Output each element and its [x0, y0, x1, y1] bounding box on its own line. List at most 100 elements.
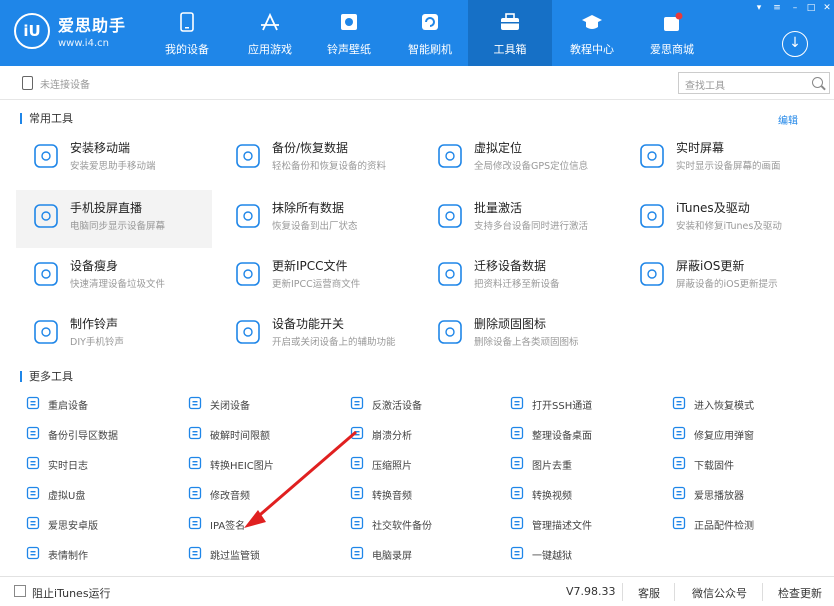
- common-tools-heading: 常用工具: [20, 113, 73, 124]
- more-tool-label: 电脑录屏: [372, 551, 412, 562]
- more-tool-item[interactable]: 修改音频: [188, 483, 348, 505]
- more-tool-label: IPA签名: [210, 521, 246, 532]
- more-tool-item[interactable]: 图片去重: [510, 453, 670, 475]
- app-name: 爱思助手: [58, 16, 127, 35]
- more-tool-label: 修复应用弹窗: [694, 431, 754, 442]
- nav-tab-flash[interactable]: 智能刷机: [388, 0, 472, 66]
- more-tool-item[interactable]: 表情制作: [26, 543, 186, 565]
- edit-button[interactable]: 编辑: [778, 112, 798, 127]
- more-tool-item[interactable]: 重启设备: [26, 393, 186, 415]
- more-tool-item[interactable]: 虚拟U盘: [26, 483, 186, 505]
- hourglass-icon: [188, 426, 202, 440]
- image-dedupe-icon: [510, 456, 524, 470]
- nav-tab-apps[interactable]: 应用游戏: [228, 0, 312, 66]
- nav-tab-shop[interactable]: 爱思商城: [630, 0, 714, 66]
- more-tool-item[interactable]: 实时日志: [26, 453, 186, 475]
- flash-icon: [422, 14, 438, 30]
- more-tool-item[interactable]: 爱思播放器: [672, 483, 832, 505]
- deactivate-icon: [350, 396, 364, 410]
- more-tool-item[interactable]: IPA签名: [188, 513, 348, 535]
- tool-card[interactable]: 删除顽固图标 删除设备上各类顽固图标: [420, 306, 616, 364]
- nav-tab-ringtones[interactable]: 铃声壁纸: [307, 0, 391, 66]
- more-tool-item[interactable]: 关闭设备: [188, 393, 348, 415]
- download-firmware-icon: [672, 456, 686, 470]
- emoji-icon: [26, 546, 40, 560]
- more-tool-item[interactable]: 一键越狱: [510, 543, 670, 565]
- nav-tab-label: 教程中心: [570, 43, 614, 56]
- more-tool-item[interactable]: 反激活设备: [350, 393, 510, 415]
- menu-icon[interactable]: ≡: [770, 2, 784, 14]
- more-tool-item[interactable]: 下载固件: [672, 453, 832, 475]
- maximize-icon[interactable]: □: [804, 2, 818, 14]
- tool-card[interactable]: 备份/恢复数据 轻松备份和恢复设备的资料: [218, 130, 414, 188]
- tool-name: 虚拟定位: [474, 141, 523, 155]
- more-tool-item[interactable]: 跳过监管锁: [188, 543, 348, 565]
- more-tool-item[interactable]: 正品配件检测: [672, 513, 832, 535]
- support-button[interactable]: 客服: [638, 585, 660, 601]
- tool-card[interactable]: 迁移设备数据 把资料迁移至新设备: [420, 248, 616, 306]
- tool-description: 把资料迁移至新设备: [474, 279, 560, 290]
- tool-card[interactable]: 抹除所有数据 恢复设备到出厂状态: [218, 190, 414, 248]
- more-tool-item[interactable]: 转换HEIC图片: [188, 453, 348, 475]
- backup-boot-icon: [26, 426, 40, 440]
- more-tool-label: 崩溃分析: [372, 431, 412, 442]
- nav-tab-tutorials[interactable]: 教程中心: [550, 0, 634, 66]
- tool-card[interactable]: 设备瘦身 快速清理设备垃圾文件: [16, 248, 212, 306]
- tool-card[interactable]: 实时屏幕 实时显示设备屏幕的画面: [622, 130, 818, 188]
- check-update-button[interactable]: 检查更新: [778, 585, 822, 601]
- search-input[interactable]: 查找工具: [678, 72, 830, 94]
- tool-card[interactable]: 更新IPCC文件 更新IPCC运营商文件: [218, 248, 414, 306]
- heic-convert-icon: [188, 456, 202, 470]
- more-tool-item[interactable]: 压缩照片: [350, 453, 510, 475]
- more-tool-item[interactable]: 备份引导区数据: [26, 423, 186, 445]
- app-logo: iU 爱思助手 www.i4.cn: [14, 12, 126, 49]
- more-tool-label: 修改音频: [210, 491, 250, 502]
- more-tool-label: 整理设备桌面: [532, 431, 592, 442]
- tool-card[interactable]: 虚拟定位 全局修改设备GPS定位信息: [420, 130, 616, 188]
- more-tool-item[interactable]: 转换音频: [350, 483, 510, 505]
- more-tool-label: 下载固件: [694, 461, 734, 472]
- tool-card[interactable]: iTunes及驱动 安装和修复iTunes及驱动: [622, 190, 818, 248]
- tool-description: 实时显示设备屏幕的画面: [676, 161, 781, 172]
- tool-card[interactable]: 设备功能开关 开启或关闭设备上的辅助功能: [218, 306, 414, 364]
- tool-card[interactable]: 批量激活 支持多台设备同时进行激活: [420, 190, 616, 248]
- more-tool-item[interactable]: 破解时间限额: [188, 423, 348, 445]
- tool-name: 批量激活: [474, 201, 523, 215]
- wechat-button[interactable]: 微信公众号: [692, 585, 747, 601]
- tool-card[interactable]: 安装移动端 安装爱思助手移动端: [16, 130, 212, 188]
- more-tool-label: 表情制作: [48, 551, 88, 562]
- nav-tab-label: 我的设备: [165, 43, 209, 56]
- tool-card[interactable]: 手机投屏直播 电脑同步显示设备屏幕: [16, 190, 212, 248]
- more-tool-label: 压缩照片: [372, 461, 412, 472]
- download-manager-icon[interactable]: ↓: [782, 31, 808, 57]
- search-icon[interactable]: [812, 77, 823, 88]
- more-tool-label: 实时日志: [48, 461, 88, 472]
- more-tools-heading: 更多工具: [20, 371, 73, 382]
- nav-tab-toolbox[interactable]: 工具箱: [468, 0, 552, 66]
- more-tool-item[interactable]: 管理描述文件: [510, 513, 670, 535]
- more-tool-item[interactable]: 爱思安卓版: [26, 513, 186, 535]
- more-tool-item[interactable]: 转换视频: [510, 483, 670, 505]
- more-tool-item[interactable]: 打开SSH通道: [510, 393, 670, 415]
- tool-name: 制作铃声: [70, 317, 119, 331]
- block-itunes-label[interactable]: 阻止iTunes运行: [32, 585, 111, 601]
- pie-icon: [438, 320, 462, 344]
- minimize-icon[interactable]: –: [788, 2, 802, 14]
- close-icon[interactable]: ✕: [820, 2, 834, 14]
- more-tool-item[interactable]: 进入恢复模式: [672, 393, 832, 415]
- device-icon: [22, 76, 33, 90]
- more-tool-item[interactable]: 电脑录屏: [350, 543, 510, 565]
- skin-icon[interactable]: ▾: [752, 2, 766, 14]
- more-tool-item[interactable]: 整理设备桌面: [510, 423, 670, 445]
- more-tool-label: 转换音频: [372, 491, 412, 502]
- ssh-icon: [510, 396, 524, 410]
- batch-activate-icon: [438, 204, 462, 228]
- tool-card[interactable]: 屏蔽iOS更新 屏蔽设备的iOS更新提示: [622, 248, 818, 306]
- more-tool-item[interactable]: 社交软件备份: [350, 513, 510, 535]
- tool-card[interactable]: 制作铃声 DIY手机铃声: [16, 306, 212, 364]
- nav-tab-my-device[interactable]: 我的设备: [145, 0, 229, 66]
- more-tool-item[interactable]: 崩溃分析: [350, 423, 510, 445]
- more-tool-item[interactable]: 修复应用弹窗: [672, 423, 832, 445]
- block-itunes-checkbox[interactable]: [14, 585, 26, 597]
- ipcc-file-icon: [236, 262, 260, 286]
